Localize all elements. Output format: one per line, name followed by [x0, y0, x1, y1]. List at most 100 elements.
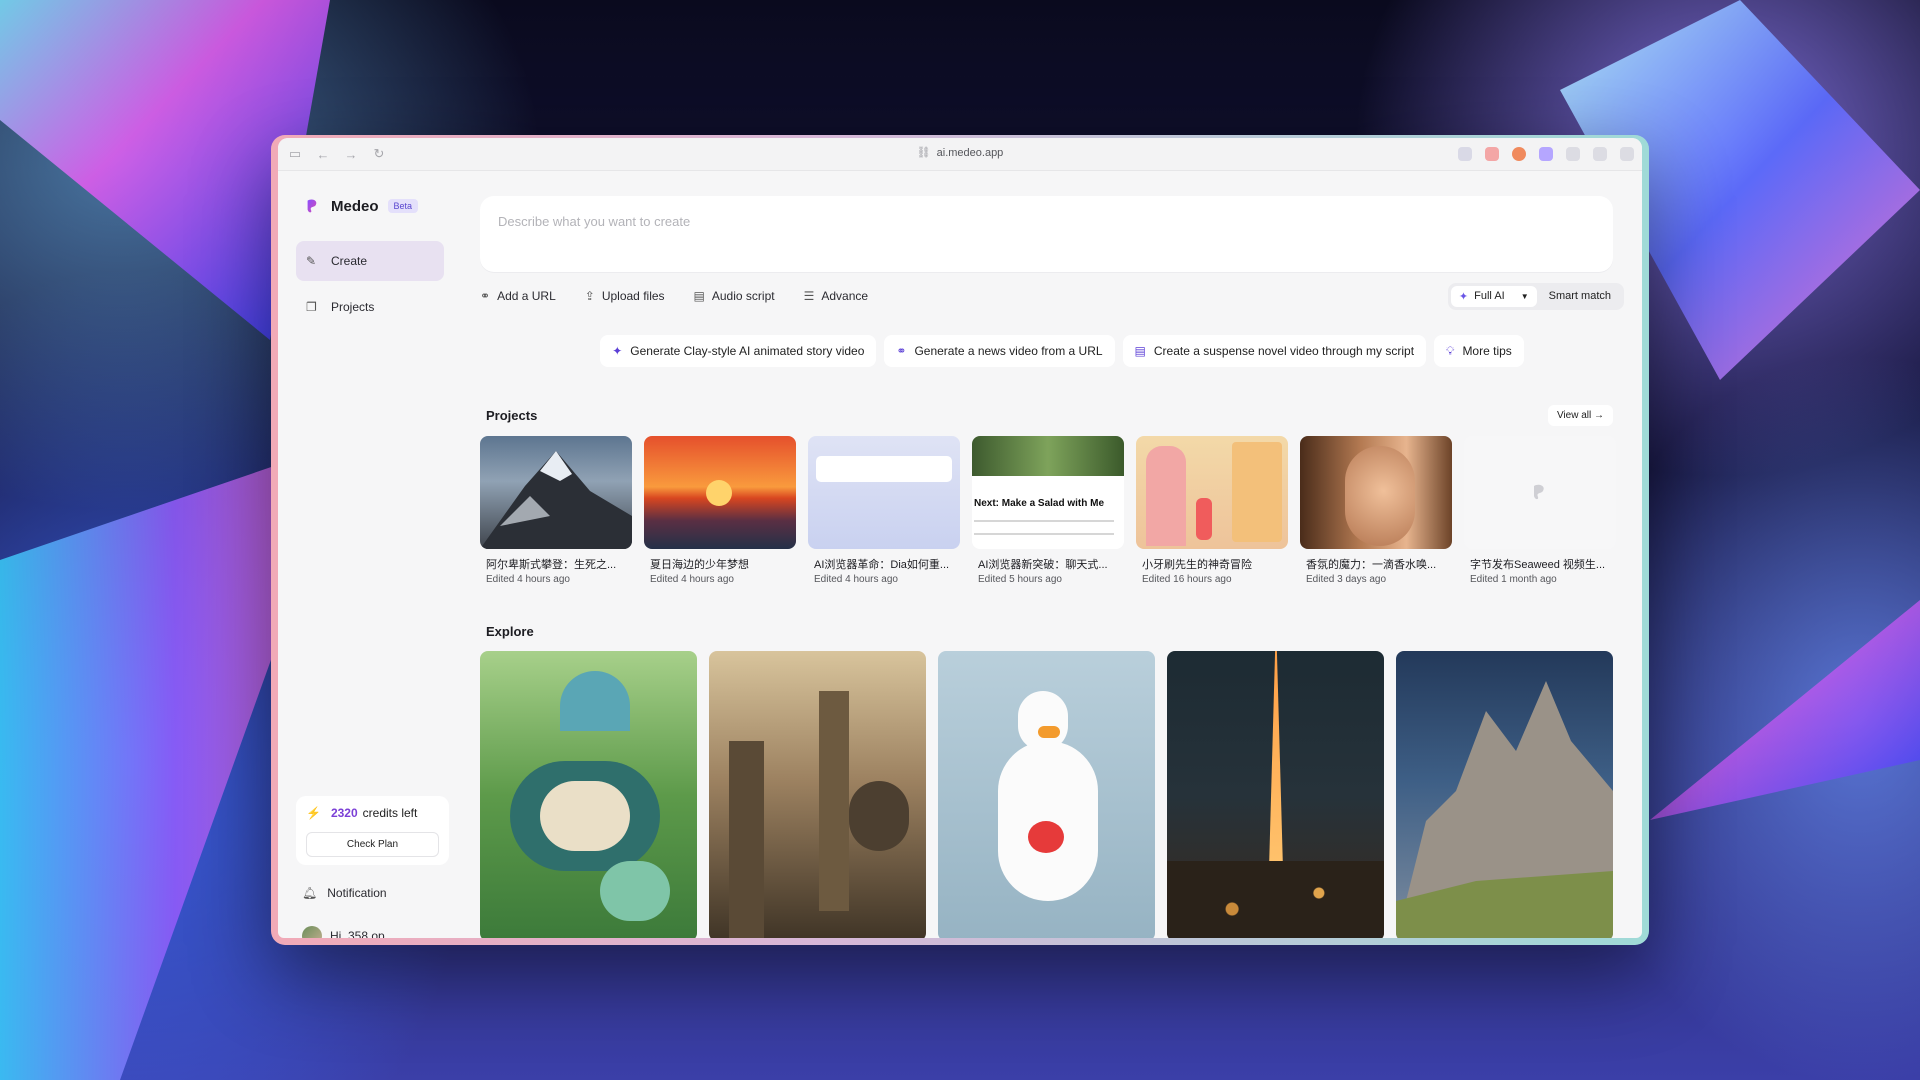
full-ai-dropdown[interactable]: ✦ Full AI ▼ [1450, 285, 1537, 307]
advance-label: Advance [821, 289, 869, 303]
notification-label: Notification [327, 886, 387, 900]
sparkle-icon: ✦ [1458, 290, 1469, 303]
check-plan-button[interactable]: Check Plan [306, 832, 439, 857]
credits-label: credits left [362, 806, 418, 820]
medeo-logo-icon [307, 199, 317, 213]
tip-label: Create a suspense novel video through my… [1153, 344, 1415, 358]
lightning-icon: ⚡ [306, 806, 321, 820]
browser-titlebar: ▭ ← → ↻ ⛓ ai.medeo.app [278, 138, 1642, 171]
project-card[interactable]: 阿尔卑斯式攀登：生死之... Edited 4 hours ago [480, 436, 632, 585]
project-thumbnail [1464, 436, 1616, 549]
bell-icon: 🔔︎ [302, 886, 318, 900]
project-time: Edited 4 hours ago [486, 574, 570, 585]
prompt-placeholder: Describe what you want to create [498, 214, 691, 229]
project-card[interactable]: AI浏览器革命：Dia如何重... Edited 4 hours ago [808, 436, 960, 585]
url-text: ai.medeo.app [936, 147, 1004, 159]
app-name: Medeo [331, 197, 379, 215]
mode-switch: ✦ Full AI ▼ Smart match [1447, 282, 1624, 310]
extension-icon[interactable] [1458, 147, 1472, 161]
thumbnail-caption: Next: Make a Salad with Me [974, 498, 1105, 509]
project-thumbnail [480, 436, 632, 549]
project-card[interactable]: 小牙刷先生的神奇冒险 Edited 16 hours ago [1136, 436, 1288, 585]
add-url-button[interactable]: ⚭ Add a URL [480, 289, 556, 303]
project-thumbnail [644, 436, 796, 549]
main-content: Describe what you want to create ⚭ Add a … [480, 171, 1624, 938]
notification-item[interactable]: 🔔︎ Notification [302, 886, 387, 900]
project-card[interactable]: 字节发布Seaweed 视频生... Edited 1 month ago [1464, 436, 1616, 585]
audio-label: Audio script [711, 289, 775, 303]
credits-count: 2320 [330, 806, 358, 820]
sliders-icon: ☰ [803, 289, 815, 303]
explore-card[interactable] [1167, 651, 1384, 938]
explore-card[interactable] [480, 651, 697, 938]
project-title: 阿尔卑斯式攀登：生死之... [486, 559, 617, 571]
project-thumbnail: Next: Make a Salad with Me [972, 436, 1124, 549]
tip-news-video[interactable]: ⚭ Generate a news video from a URL [884, 335, 1115, 367]
explore-title: Explore [486, 624, 534, 639]
advance-button[interactable]: ☰ Advance [804, 289, 868, 303]
split-view-icon[interactable] [1620, 147, 1634, 161]
upload-files-button[interactable]: ⇪ Upload files [585, 289, 665, 303]
tip-suspense-novel[interactable]: ▤ Create a suspense novel video through m… [1122, 335, 1427, 367]
bulb-icon: 💡︎ [1446, 343, 1455, 358]
project-time: Edited 3 days ago [1306, 574, 1387, 585]
tip-clay-style[interactable]: ✦ Generate Clay-style AI animated story v… [600, 335, 877, 367]
folders-icon: ❐ [306, 300, 317, 314]
explore-card[interactable] [1396, 651, 1613, 938]
extension-icon[interactable] [1566, 147, 1580, 161]
project-card[interactable]: 香氛的魔力：一滴香水唤... Edited 3 days ago [1300, 436, 1452, 585]
add-url-label: Add a URL [497, 289, 556, 303]
user-greeting: Hi, 358 op [330, 929, 385, 938]
link-icon: ⚭ [896, 344, 907, 358]
project-card[interactable]: Next: Make a Salad with Me AI浏览器新突破：聊天式.… [972, 436, 1124, 585]
brand[interactable]: Medeo Beta [304, 197, 444, 215]
extension-icon[interactable] [1512, 147, 1526, 161]
project-time: Edited 4 hours ago [814, 574, 898, 585]
user-profile[interactable]: Hi, 358 op [302, 926, 385, 938]
extension-icon[interactable] [1593, 147, 1607, 161]
credits-card: ⚡ 2320 credits left Check Plan [296, 796, 449, 865]
beta-badge: Beta [387, 199, 419, 213]
project-title: 小牙刷先生的神奇冒险 [1142, 559, 1252, 571]
project-title: 夏日海边的少年梦想 [650, 559, 749, 571]
smart-match-option[interactable]: Smart match [1537, 286, 1621, 306]
project-card[interactable]: 夏日海边的少年梦想 Edited 4 hours ago [644, 436, 796, 585]
project-time: Edited 16 hours ago [1142, 574, 1232, 585]
explore-card[interactable] [709, 651, 926, 938]
sidebar: Medeo Beta ✎ Create ❐ Projects ⚡ 2320 cr… [278, 171, 462, 938]
prompt-toolbar: ⚭ Add a URL ⇪ Upload files ▤ Audio script ☰… [480, 282, 1624, 310]
placeholder-logo-icon [1534, 484, 1544, 500]
tip-label: Generate Clay-style AI animated story vi… [630, 344, 865, 358]
project-title: 字节发布Seaweed 视频生... [1470, 559, 1606, 571]
sidebar-item-projects[interactable]: ❐ Projects [296, 287, 444, 327]
extension-icon[interactable] [1539, 147, 1553, 161]
extension-icon[interactable] [1485, 147, 1499, 161]
tip-label: More tips [1462, 344, 1512, 358]
prompt-input[interactable]: Describe what you want to create [480, 196, 1613, 272]
document-icon: ▤ [693, 289, 705, 303]
address-bar[interactable]: ⛓ ai.medeo.app [278, 146, 1642, 159]
explore-card[interactable] [938, 651, 1155, 938]
project-thumbnail [808, 436, 960, 549]
audio-script-button[interactable]: ▤ Audio script [694, 289, 775, 303]
document-icon: ▤ [1134, 344, 1146, 358]
view-all-label: View all [1556, 410, 1592, 421]
wand-icon: ✎ [306, 254, 317, 268]
sparkle-icon: ✦ [612, 344, 623, 358]
sidebar-item-label: Projects [331, 300, 375, 314]
project-title: AI浏览器革命：Dia如何重... [814, 559, 950, 571]
tip-label: Generate a news video from a URL [914, 344, 1103, 358]
avatar [302, 926, 322, 938]
project-thumbnail [1300, 436, 1452, 549]
sidebar-item-create[interactable]: ✎ Create [296, 241, 444, 281]
link-icon: ⛓ [916, 147, 931, 159]
extensions-bar [1458, 147, 1634, 161]
upload-icon: ⇪ [584, 289, 595, 303]
chevron-down-icon: ▼ [1520, 291, 1529, 301]
browser-window: ▭ ← → ↻ ⛓ ai.medeo.app Medeo Beta ✎ Crea… [271, 135, 1649, 945]
projects-title: Projects [486, 408, 538, 423]
project-title: AI浏览器新突破：聊天式... [978, 559, 1108, 571]
project-thumbnail [1136, 436, 1288, 549]
tip-more[interactable]: 💡︎ More tips [1434, 335, 1524, 367]
view-all-button[interactable]: View all → [1547, 405, 1613, 426]
